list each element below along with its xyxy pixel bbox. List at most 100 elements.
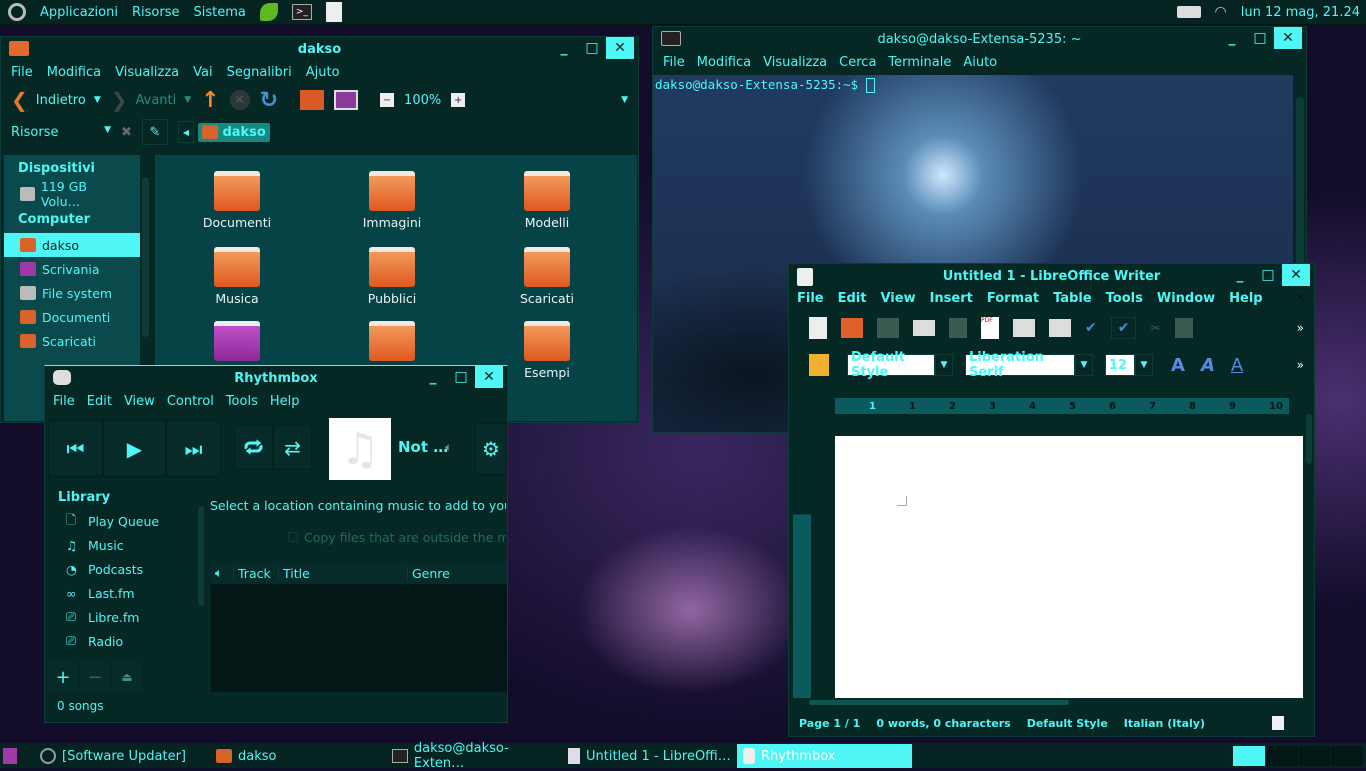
eject-button[interactable]: ⏏	[112, 662, 142, 692]
close-sidebar-icon[interactable]: ✖	[121, 125, 132, 140]
writer-titlebar[interactable]: Untitled 1 - LibreOffice Writer _ □ ✕	[789, 264, 1314, 288]
taskbar-item-terminal[interactable]: dakso@dakso-Exten…	[386, 741, 558, 771]
shuffle-button[interactable]: ⇄	[273, 425, 312, 470]
menu-format[interactable]: Format	[987, 291, 1039, 306]
menu-terminale[interactable]: Terminale	[888, 55, 951, 70]
italic-icon[interactable]: A	[1201, 355, 1215, 376]
column-track[interactable]: Track	[233, 565, 278, 581]
paragraph-style-select[interactable]: Default Style	[847, 350, 935, 380]
save-icon[interactable]	[877, 318, 899, 338]
terminal-launcher-icon[interactable]: >_	[291, 4, 312, 20]
menu-modifica[interactable]: Modifica	[697, 55, 751, 70]
view-layout-icon[interactable]	[1272, 716, 1284, 730]
library-scrollbar[interactable]	[198, 506, 204, 606]
previous-button[interactable]: ⏮	[48, 420, 103, 477]
rhythmbox-titlebar[interactable]: Rhythmbox _ □ ✕	[45, 366, 507, 390]
sidebar-item-filesystem[interactable]: File system	[4, 281, 140, 305]
column-genre[interactable]: Genre	[407, 565, 450, 581]
open-icon[interactable]	[841, 318, 863, 338]
toolbar-overflow-icon[interactable]: ▼	[621, 95, 628, 105]
menu-file[interactable]: File	[11, 65, 33, 80]
play-button[interactable]: ▶	[103, 420, 166, 477]
folder-immagini[interactable]: Immagini	[332, 171, 452, 230]
next-button[interactable]: ⏭	[166, 420, 221, 477]
menu-control[interactable]: Control	[167, 394, 214, 409]
workspace-2[interactable]	[1265, 746, 1298, 766]
menu-aiuto[interactable]: Aiuto	[963, 55, 997, 70]
menu-insert[interactable]: Insert	[930, 291, 973, 306]
print-preview-icon[interactable]	[1049, 319, 1071, 337]
close-button[interactable]: ✕	[606, 37, 634, 59]
minimize-button[interactable]: _	[1218, 27, 1246, 49]
menu-ajuto[interactable]: Ajuto	[306, 65, 340, 80]
file-manager-titlebar[interactable]: dakso _ □ ✕	[1, 37, 638, 61]
workspace-4[interactable]	[1331, 746, 1363, 766]
edit-path-button[interactable]: ✎	[141, 119, 168, 145]
menu-file[interactable]: File	[53, 394, 75, 409]
add-source-button[interactable]: +	[48, 662, 78, 692]
places-selector[interactable]: Risorse ▼	[11, 125, 111, 140]
maximize-button[interactable]: □	[578, 37, 606, 59]
zoom-in-button[interactable]: +	[451, 93, 466, 107]
menu-visualizza[interactable]: Visualizza	[115, 65, 179, 80]
menu-view[interactable]: View	[124, 394, 155, 409]
cut-icon[interactable]: ✂	[1150, 321, 1160, 335]
ubuntu-logo-icon[interactable]	[8, 3, 26, 21]
toolbar-overflow-icon[interactable]: »	[1297, 321, 1304, 335]
close-button[interactable]: ✕	[1282, 264, 1310, 286]
maximize-button[interactable]: □	[447, 366, 475, 388]
sidebar-item-documenti[interactable]: Documenti	[4, 305, 140, 329]
menu-edit[interactable]: Edit	[838, 291, 867, 306]
menu-modifica[interactable]: Modifica	[47, 65, 101, 80]
autospellcheck-icon[interactable]: ✔	[1110, 317, 1137, 339]
close-document-icon[interactable]: ✕	[1295, 291, 1306, 306]
library-item[interactable]: ◔ Podcasts	[48, 557, 208, 581]
menu-sistema[interactable]: Sistema	[193, 5, 245, 20]
sidebar-item-dakso[interactable]: dakso	[4, 233, 140, 257]
path-left-button[interactable]: ◀	[177, 121, 194, 143]
library-item[interactable]: ⎚ Libre.fm	[48, 605, 208, 629]
menu-view[interactable]: View	[880, 291, 915, 306]
forward-button[interactable]: ❯ Avanti ▼	[111, 88, 191, 112]
minimize-button[interactable]: _	[1226, 264, 1254, 286]
maximize-button[interactable]: □	[1254, 264, 1282, 286]
library-item[interactable]: ♫ Music	[48, 533, 208, 557]
vertical-scrollbar[interactable]	[1306, 414, 1312, 464]
text-editor-launcher-icon[interactable]	[325, 2, 342, 22]
font-size-select[interactable]: 12	[1105, 354, 1135, 376]
close-button[interactable]: ✕	[475, 366, 503, 388]
leaf-launcher-icon[interactable]	[259, 3, 278, 21]
reload-icon[interactable]: ↻	[260, 88, 278, 113]
menu-file[interactable]: File	[797, 291, 824, 306]
menu-table[interactable]: Table	[1053, 291, 1092, 306]
sidebar-item-scaricati[interactable]: Scaricati	[4, 329, 140, 353]
copy-icon[interactable]	[1174, 318, 1193, 338]
menu-applicazioni[interactable]: Applicazioni	[40, 5, 118, 20]
column-title[interactable]: Title	[278, 565, 407, 581]
repeat-button[interactable]: 🔁︎	[234, 425, 273, 470]
menu-visualizza[interactable]: Visualizza	[763, 55, 827, 70]
folder-video[interactable]	[332, 321, 452, 365]
menu-tools[interactable]: Tools	[226, 394, 258, 409]
path-button-dakso[interactable]: dakso	[197, 122, 270, 142]
toolbar-overflow-icon[interactable]: »	[1297, 358, 1304, 372]
taskbar-item-software-updater[interactable]: [Software Updater]	[34, 745, 206, 767]
settings-button[interactable]: ⚙	[475, 423, 507, 475]
edit-file-icon[interactable]	[949, 318, 967, 338]
print-icon[interactable]	[1013, 319, 1035, 337]
bold-icon[interactable]: A	[1171, 355, 1185, 376]
workspace-switcher[interactable]	[1233, 746, 1363, 766]
show-desktop-icon[interactable]	[3, 748, 17, 764]
menu-help[interactable]: Help	[1229, 291, 1262, 306]
menu-cerca[interactable]: Cerca	[839, 55, 876, 70]
folder-modelli[interactable]: Modelli	[487, 171, 607, 230]
maximize-button[interactable]: □	[1246, 27, 1274, 49]
horizontal-scrollbar[interactable]	[809, 700, 1069, 705]
folder-scaricati[interactable]: Scaricati	[487, 247, 607, 306]
folder-musica[interactable]: Musica	[177, 247, 297, 306]
chevron-down-icon[interactable]: ▼	[935, 354, 953, 376]
clock[interactable]: lun 12 mag, 21.24	[1241, 5, 1360, 20]
new-document-icon[interactable]	[809, 317, 827, 339]
computer-icon[interactable]	[334, 90, 359, 110]
back-button[interactable]: ❮ Indietro ▼	[11, 88, 101, 112]
